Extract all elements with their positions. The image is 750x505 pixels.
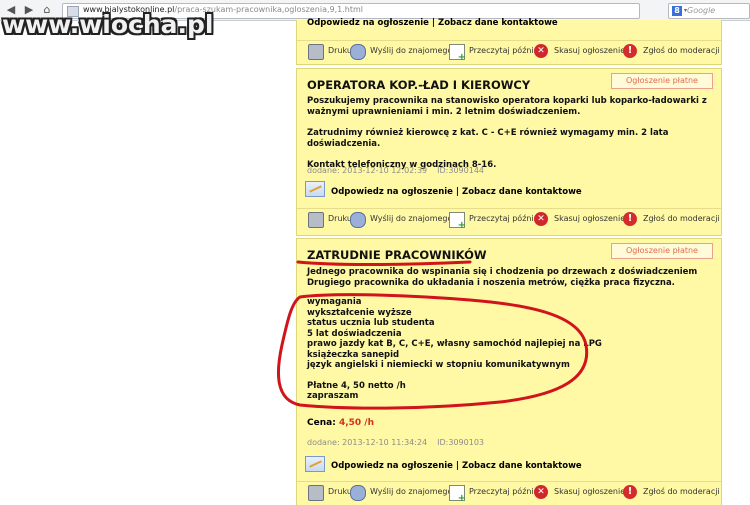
ellipse-annotation: [277, 293, 589, 410]
underline-annotation: [296, 260, 472, 267]
scrollbar[interactable]: [738, 21, 750, 504]
red-annotation-overlay: [277, 260, 589, 410]
